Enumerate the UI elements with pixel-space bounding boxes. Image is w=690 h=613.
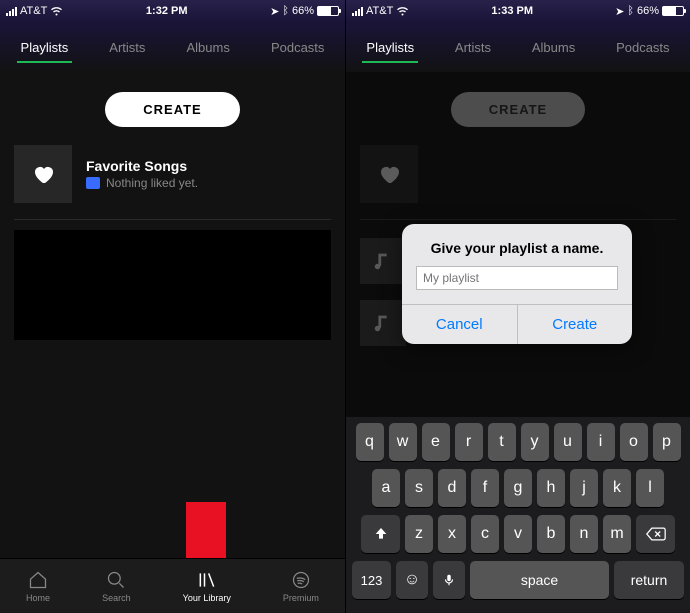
bluetooth-icon: ᛒ [282,5,289,17]
name-playlist-modal: Give your playlist a name. Cancel Create [402,224,632,344]
phone-right: AT&T 1:33 PM ➤ ᛒ 66% Playlists Artists A… [345,0,690,613]
favorite-title: Favorite Songs [86,158,198,174]
home-icon [27,569,49,591]
carrier-label: AT&T [20,5,47,17]
tab-artists[interactable]: Artists [451,34,495,61]
library-icon [196,569,218,591]
key-r[interactable]: r [455,423,483,461]
key-e[interactable]: e [422,423,450,461]
bluetooth-icon: ᛒ [627,5,634,17]
tab-podcasts[interactable]: Podcasts [267,34,328,61]
heart-icon [14,145,72,203]
key-i[interactable]: i [587,423,615,461]
key-x[interactable]: x [438,515,466,553]
key-c[interactable]: c [471,515,499,553]
signal-icon [6,7,17,16]
return-key[interactable]: return [614,561,684,599]
library-tabs: Playlists Artists Albums Podcasts [346,22,690,72]
nav-library[interactable]: Your Library [183,569,231,603]
content-area: CREATE Favorite Songs Nothing liked yet. [0,72,345,558]
key-b[interactable]: b [537,515,565,553]
key-a[interactable]: a [372,469,400,507]
clock: 1:32 PM [146,5,188,17]
key-m[interactable]: m [603,515,631,553]
battery-pct: 66% [292,5,314,17]
key-j[interactable]: j [570,469,598,507]
cancel-button[interactable]: Cancel [402,305,517,344]
nav-search[interactable]: Search [102,569,131,603]
key-g[interactable]: g [504,469,532,507]
tab-albums[interactable]: Albums [528,34,579,61]
content-area: CREATE Give your playlist a name. Cancel… [346,72,690,417]
key-row-2: asdfghjkl [349,469,687,507]
favorite-subtitle: Nothing liked yet. [106,176,198,190]
key-k[interactable]: k [603,469,631,507]
key-u[interactable]: u [554,423,582,461]
favorite-songs-row[interactable]: Favorite Songs Nothing liked yet. [0,145,345,219]
nav-home[interactable]: Home [26,569,50,603]
key-q[interactable]: q [356,423,384,461]
tab-artists[interactable]: Artists [105,34,149,61]
divider [14,219,331,220]
search-icon [105,569,127,591]
numbers-key[interactable]: 123 [352,561,391,599]
battery-pct: 66% [637,5,659,17]
key-p[interactable]: p [653,423,681,461]
clock: 1:33 PM [491,5,533,17]
location-icon: ➤ [615,5,624,18]
library-tabs: Playlists Artists Albums Podcasts [0,22,345,72]
key-h[interactable]: h [537,469,565,507]
emoji-key-icon[interactable]: ☺ [396,561,428,599]
download-badge-icon [86,177,100,189]
key-d[interactable]: d [438,469,466,507]
key-w[interactable]: w [389,423,417,461]
key-row-4: 123 ☺ space return [349,561,687,599]
modal-create-button[interactable]: Create [517,305,633,344]
key-f[interactable]: f [471,469,499,507]
annotation-arrow-icon [186,502,250,558]
status-bar: AT&T 1:32 PM ➤ ᛒ 66% [0,0,345,22]
wifi-icon [396,6,409,16]
tab-playlists[interactable]: Playlists [362,34,418,61]
key-z[interactable]: z [405,515,433,553]
bottom-nav: Home Search Your Library Premium [0,558,345,613]
mic-key-icon[interactable] [433,561,465,599]
key-v[interactable]: v [504,515,532,553]
redacted-block [14,230,331,340]
status-bar: AT&T 1:33 PM ➤ ᛒ 66% [346,0,690,22]
key-l[interactable]: l [636,469,664,507]
space-key[interactable]: space [470,561,609,599]
create-button[interactable]: CREATE [105,92,239,127]
key-t[interactable]: t [488,423,516,461]
battery-icon [662,6,684,16]
playlist-name-input[interactable] [416,266,618,290]
wifi-icon [50,6,63,16]
key-s[interactable]: s [405,469,433,507]
key-n[interactable]: n [570,515,598,553]
nav-premium[interactable]: Premium [283,569,319,603]
carrier-label: AT&T [366,5,393,17]
modal-title: Give your playlist a name. [402,224,632,266]
location-icon: ➤ [270,5,279,18]
battery-icon [317,6,339,16]
tab-podcasts[interactable]: Podcasts [612,34,673,61]
spotify-icon [290,569,312,591]
tab-playlists[interactable]: Playlists [17,34,73,61]
key-row-1: qwertyuiop [349,423,687,461]
phone-left: AT&T 1:32 PM ➤ ᛒ 66% Playlists Artists A… [0,0,345,613]
backspace-key-icon[interactable] [636,515,675,553]
shift-key-icon[interactable] [361,515,400,553]
signal-icon [352,7,363,16]
key-o[interactable]: o [620,423,648,461]
tab-albums[interactable]: Albums [183,34,234,61]
ios-keyboard: qwertyuiop asdfghjkl zxcvbnm 123 ☺ space… [346,417,690,613]
key-row-3: zxcvbnm [349,515,687,553]
key-y[interactable]: y [521,423,549,461]
